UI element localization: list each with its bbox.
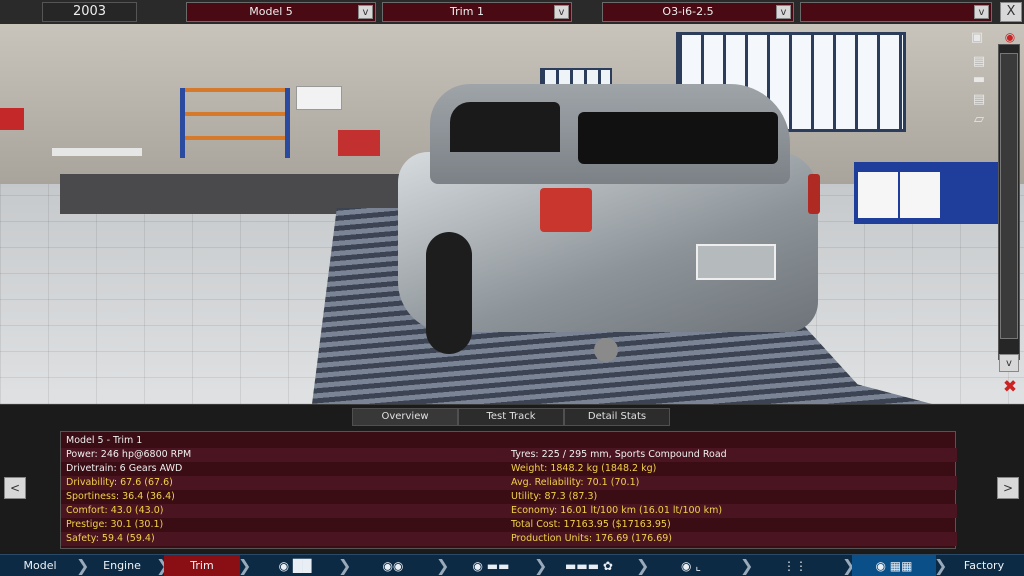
stats-table: Model 5 - Trim 1 Power: 246 hp@6800 RPM …: [60, 431, 957, 549]
stat-comfort: Comfort: 43.0 (43.0): [66, 505, 164, 516]
stat-total-cost: Total Cost: 17163.95 ($17163.95): [511, 519, 671, 530]
zoom-scrollbar[interactable]: [998, 44, 1020, 360]
car-tail-light: [808, 174, 820, 214]
stat-production-units: Production Units: 176.69 (176.69): [511, 533, 672, 544]
variant-select[interactable]: v: [800, 2, 992, 22]
info-tabs: Overview Test Track Detail Stats: [352, 408, 670, 428]
car-viewport[interactable]: ▣ ◉ ▤ ▬ ▤ ▱ v ✖: [0, 24, 1024, 404]
car-wheel: [426, 232, 472, 354]
stat-weight: Weight: 1848.2 kg (1848.2 kg): [511, 463, 657, 474]
car-license-plate: [696, 244, 776, 280]
model-select-label: Model 5: [249, 5, 293, 18]
chevron-right-icon: ❯: [338, 556, 352, 575]
trim-select-label: Trim 1: [450, 5, 484, 18]
stat-utility: Utility: 87.3 (87.3): [511, 491, 598, 502]
engine-select[interactable]: O3-i6-2.5 v: [602, 2, 794, 22]
stats-row: [61, 504, 957, 518]
tool-shelf: [180, 88, 290, 158]
chevron-right-icon: ❯: [156, 556, 170, 575]
stat-title: Model 5 - Trim 1: [66, 435, 143, 446]
stat-drivetrain: Drivetrain: 6 Gears AWD: [66, 463, 183, 474]
view-rear-icon[interactable]: ▤: [966, 92, 992, 108]
cabinet-door: [900, 172, 940, 218]
stat-power: Power: 246 hp@6800 RPM: [66, 449, 192, 460]
stats-row: [61, 462, 957, 476]
tab-test-track[interactable]: Test Track: [458, 408, 564, 426]
stats-row: [61, 490, 957, 504]
zoom-scrollbar-thumb[interactable]: [1000, 53, 1018, 339]
view-front-icon[interactable]: ▤: [966, 54, 992, 70]
view-side-icon[interactable]: ▬: [966, 72, 992, 88]
prev-button[interactable]: <: [4, 477, 26, 499]
car-exterior-icon[interactable]: ▬▬▬ ✿: [544, 555, 634, 576]
tool-chest: [338, 130, 380, 156]
nav-factory[interactable]: Factory: [944, 555, 1024, 576]
close-button[interactable]: X: [1000, 2, 1022, 22]
car-exhaust: [594, 338, 618, 362]
car-side-window: [450, 102, 560, 152]
scroll-down-button[interactable]: v: [999, 354, 1019, 372]
chevron-right-icon: ❯: [636, 556, 650, 575]
stats-row: [61, 448, 957, 462]
next-button[interactable]: >: [997, 477, 1019, 499]
reset-view-icon[interactable]: ✖: [998, 376, 1022, 398]
stat-safety: Safety: 59.4 (59.4): [66, 533, 155, 544]
tab-detail-stats[interactable]: Detail Stats: [564, 408, 670, 426]
chevron-down-icon[interactable]: v: [358, 5, 373, 19]
whiteboard: [296, 86, 342, 110]
eye-icon[interactable]: ◉: [1000, 30, 1020, 44]
blue-cabinet: [854, 162, 1004, 224]
suspension-icon[interactable]: ⋮⋮: [750, 555, 840, 576]
nav-model[interactable]: Model: [0, 555, 80, 576]
car-model[interactable]: [390, 82, 830, 372]
bottom-navigation: Model ❯ Engine ❯ Trim ❯ ◉ ██ ❯ ◉◉ ❯ ◉ ▬▬…: [0, 554, 1024, 576]
car-tail-light: [540, 188, 592, 232]
workbench: [52, 148, 142, 156]
model-select[interactable]: Model 5 v: [186, 2, 376, 22]
chevron-down-icon[interactable]: v: [554, 5, 569, 19]
stats-row: [61, 476, 957, 490]
game-window: 2003 Model 5 v Trim 1 v O3-i6-2.5 v v X: [0, 0, 1024, 576]
engine-select-label: O3-i6-2.5: [662, 5, 714, 18]
chevron-right-icon: ❯: [76, 556, 90, 575]
chevron-right-icon: ❯: [740, 556, 754, 575]
stats-row: [61, 532, 957, 546]
nav-engine[interactable]: Engine: [84, 555, 160, 576]
chevron-right-icon: ❯: [842, 556, 856, 575]
nav-trim[interactable]: Trim: [164, 555, 240, 576]
steering-gears-icon[interactable]: ◉ ██: [250, 555, 340, 576]
trim-select[interactable]: Trim 1 v: [382, 2, 572, 22]
top-bar: 2003 Model 5 v Trim 1 v O3-i6-2.5 v v X: [0, 0, 1024, 24]
car-rear-window: [578, 112, 778, 164]
stat-drivability: Drivability: 67.6 (67.6): [66, 477, 173, 488]
stat-reliability: Avg. Reliability: 70.1 (70.1): [511, 477, 640, 488]
stat-sportiness: Sportiness: 36.4 (36.4): [66, 491, 175, 502]
body-icon[interactable]: ◉ ▬▬: [446, 555, 536, 576]
year-display: 2003: [42, 2, 137, 22]
test-flag-icon[interactable]: ◉ ▦▦: [852, 555, 936, 576]
chevron-right-icon: ❯: [534, 556, 548, 575]
interior-icon[interactable]: ◉ ⌞: [646, 555, 736, 576]
chevron-right-icon: ❯: [436, 556, 450, 575]
brakes-icon[interactable]: ◉◉: [348, 555, 438, 576]
stats-row: [61, 518, 957, 532]
stat-prestige: Prestige: 30.1 (30.1): [66, 519, 164, 530]
view-top-icon[interactable]: ▱: [966, 112, 992, 128]
chevron-down-icon[interactable]: v: [776, 5, 791, 19]
stat-tyres: Tyres: 225 / 295 mm, Sports Compound Roa…: [511, 449, 727, 460]
chevron-right-icon: ❯: [238, 556, 252, 575]
stat-economy: Economy: 16.01 lt/100 km (16.01 lt/100 k…: [511, 505, 723, 516]
camera-icon[interactable]: ▣: [964, 30, 990, 46]
chevron-down-icon[interactable]: v: [974, 5, 989, 19]
chevron-right-icon: ❯: [934, 556, 948, 575]
info-panel: Overview Test Track Detail Stats < > Mod…: [0, 404, 1024, 552]
tab-overview[interactable]: Overview: [352, 408, 458, 426]
warning-sign: [0, 108, 24, 130]
stats-row: [61, 434, 957, 448]
cabinet-door: [858, 172, 898, 218]
